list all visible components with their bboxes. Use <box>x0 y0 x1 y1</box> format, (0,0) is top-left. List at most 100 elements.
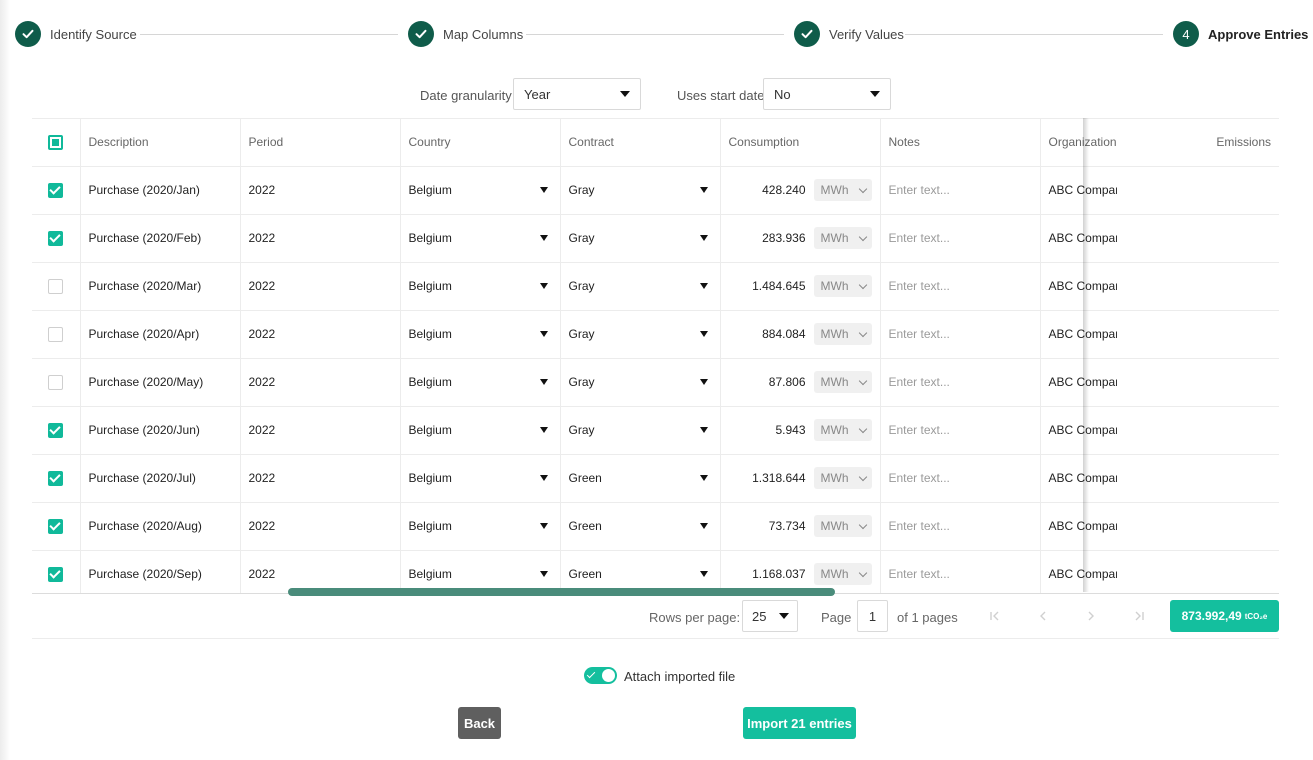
next-page-icon[interactable] <box>1083 608 1099 624</box>
cell-notes[interactable]: Enter text... <box>880 262 1041 311</box>
table-row: Purchase (2020/Feb) 2022 Belgium Gray 283.93… <box>32 214 1279 263</box>
unit-select[interactable]: MWh <box>813 515 872 537</box>
first-page-icon[interactable] <box>987 608 1003 624</box>
unit-select[interactable]: MWh <box>813 323 872 345</box>
cell-organization: ABC Company <box>1040 310 1117 359</box>
cell-contract-select[interactable]: Gray <box>560 406 721 455</box>
back-button[interactable]: Back <box>458 707 501 739</box>
unit-select[interactable]: MWh <box>813 467 872 489</box>
header-contract[interactable]: Contract <box>560 119 721 167</box>
notes-input[interactable]: Enter text... <box>889 183 950 197</box>
step-identify-source[interactable]: Identify Source <box>15 21 137 47</box>
unit-select[interactable]: MWh <box>813 227 872 249</box>
row-checkbox[interactable] <box>48 470 64 486</box>
notes-input[interactable]: Enter text... <box>889 279 950 293</box>
cell-notes[interactable]: Enter text... <box>880 358 1041 407</box>
cell-contract-select[interactable]: Green <box>560 502 721 551</box>
cell-contract-select[interactable]: Gray <box>560 310 721 359</box>
row-checkbox[interactable] <box>48 518 64 534</box>
row-check-cell <box>32 550 81 594</box>
unit-value: MWh <box>820 327 849 341</box>
cell-notes[interactable]: Enter text... <box>880 166 1041 215</box>
row-checkbox[interactable] <box>48 374 64 390</box>
row-checkbox[interactable] <box>48 422 64 438</box>
notes-input[interactable]: Enter text... <box>889 375 950 389</box>
cell-notes[interactable]: Enter text... <box>880 454 1041 503</box>
cell-contract-select[interactable]: Gray <box>560 262 721 311</box>
header-consumption[interactable]: Consumption <box>720 119 881 167</box>
cell-country-select[interactable]: Belgium <box>400 502 561 551</box>
cell-notes[interactable]: Enter text... <box>880 502 1041 551</box>
unit-select[interactable]: MWh <box>813 179 872 201</box>
header-organization[interactable]: Organization <box>1040 119 1117 167</box>
cell-notes[interactable]: Enter text... <box>880 550 1041 594</box>
cell-country-select[interactable]: Belgium <box>400 262 561 311</box>
notes-input[interactable]: Enter text... <box>889 519 950 533</box>
step-map-columns[interactable]: Map Columns <box>408 21 523 47</box>
row-check-cell <box>32 310 81 359</box>
contract-value: Gray <box>568 279 595 293</box>
row-checkbox[interactable] <box>48 566 64 582</box>
row-checkbox[interactable] <box>48 230 64 246</box>
unit-select[interactable]: MWh <box>813 275 872 297</box>
cell-contract-select[interactable]: Gray <box>560 166 721 215</box>
attach-file-toggle[interactable] <box>584 667 617 684</box>
cell-contract-select[interactable]: Gray <box>560 358 721 407</box>
cell-country-select[interactable]: Belgium <box>400 454 561 503</box>
cell-description: Purchase (2020/Mar) <box>80 262 241 311</box>
cell-consumption: 5.943 MWh <box>720 406 881 455</box>
table-row: Purchase (2020/Apr) 2022 Belgium Gray 884.08… <box>32 310 1279 359</box>
header-description[interactable]: Description <box>80 119 241 167</box>
caret-down-icon <box>699 571 708 577</box>
step-label: Verify Values <box>829 26 904 42</box>
unit-select[interactable]: MWh <box>813 419 872 441</box>
cell-spacer <box>1117 214 1279 263</box>
cell-contract-select[interactable]: Green <box>560 454 721 503</box>
unit-select[interactable]: MWh <box>813 563 872 585</box>
cell-period: 2022 <box>240 310 401 359</box>
header-country[interactable]: Country <box>400 119 561 167</box>
row-check-cell <box>32 358 81 407</box>
previous-page-icon[interactable] <box>1035 608 1051 624</box>
cell-notes[interactable]: Enter text... <box>880 214 1041 263</box>
cell-consumption: 884.084 MWh <box>720 310 881 359</box>
import-stepper: Identify Source Map Columns Verify Value… <box>0 0 1313 70</box>
cell-country-select[interactable]: Belgium <box>400 358 561 407</box>
cell-country-select[interactable]: Belgium <box>400 406 561 455</box>
notes-input[interactable]: Enter text... <box>889 567 950 581</box>
header-notes[interactable]: Notes <box>880 119 1041 167</box>
import-entries-button[interactable]: Import 21 entries <box>743 707 856 739</box>
cell-contract-select[interactable]: Gray <box>560 214 721 263</box>
unit-select[interactable]: MWh <box>813 371 872 393</box>
notes-input[interactable]: Enter text... <box>889 423 950 437</box>
horizontal-scrollbar[interactable] <box>288 588 835 596</box>
row-checkbox[interactable] <box>48 182 64 198</box>
rows-per-page-select[interactable]: 25 <box>742 600 798 632</box>
contract-value: Gray <box>568 423 595 437</box>
header-emissions[interactable]: Emissions <box>1117 119 1279 167</box>
cell-country-select[interactable]: Belgium <box>400 166 561 215</box>
cell-notes[interactable]: Enter text... <box>880 310 1041 359</box>
header-period[interactable]: Period <box>240 119 401 167</box>
contract-value: Gray <box>568 375 595 389</box>
uses-start-date-select[interactable]: No <box>763 78 891 110</box>
row-check-cell <box>32 262 81 311</box>
step-approve-entries[interactable]: 4 Approve Entries <box>1173 21 1308 47</box>
select-all-checkbox[interactable] <box>48 134 64 150</box>
country-value: Belgium <box>408 375 452 389</box>
cell-period: 2022 <box>240 214 401 263</box>
page-input[interactable]: 1 <box>857 600 888 632</box>
country-value: Belgium <box>408 231 452 245</box>
row-checkbox[interactable] <box>48 278 64 294</box>
date-granularity-select[interactable]: Year <box>513 78 641 110</box>
cell-country-select[interactable]: Belgium <box>400 214 561 263</box>
step-verify-values[interactable]: Verify Values <box>794 21 904 47</box>
notes-input[interactable]: Enter text... <box>889 231 950 245</box>
cell-period: 2022 <box>240 454 401 503</box>
last-page-icon[interactable] <box>1131 608 1147 624</box>
notes-input[interactable]: Enter text... <box>889 471 950 485</box>
cell-country-select[interactable]: Belgium <box>400 310 561 359</box>
row-checkbox[interactable] <box>48 326 64 342</box>
cell-notes[interactable]: Enter text... <box>880 406 1041 455</box>
notes-input[interactable]: Enter text... <box>889 327 950 341</box>
